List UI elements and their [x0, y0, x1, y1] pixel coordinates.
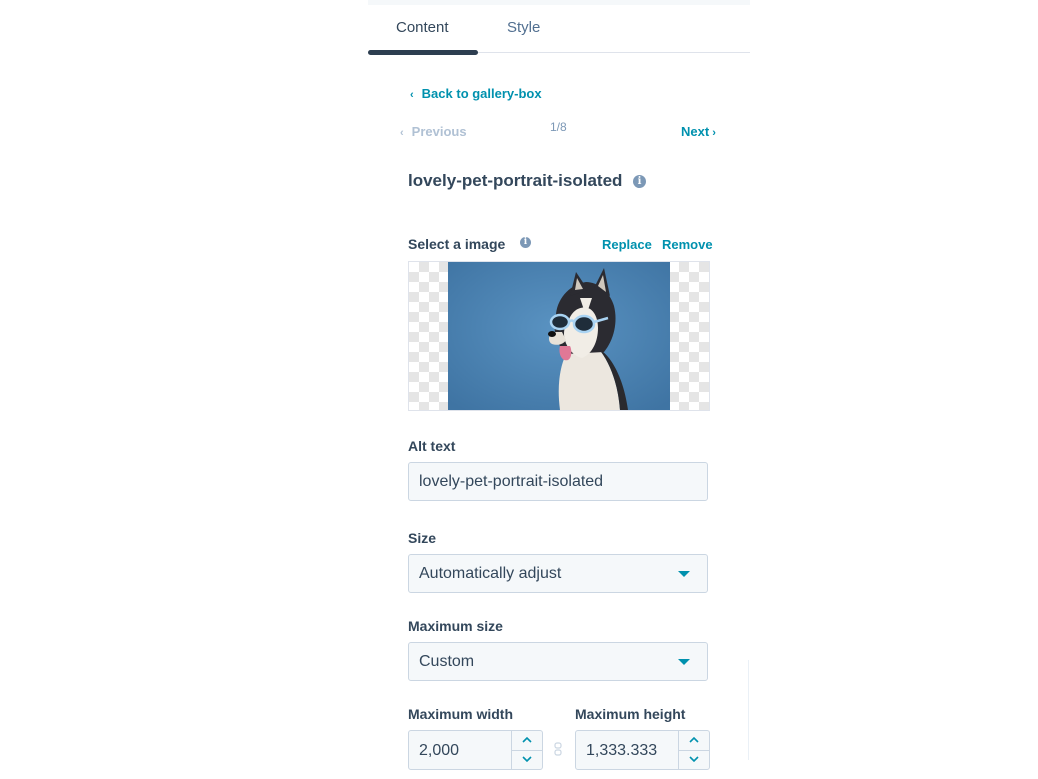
info-icon[interactable]: i [520, 237, 531, 248]
maximum-size-select-value: Custom [419, 653, 475, 670]
chevron-left-icon: ‹ [400, 127, 404, 139]
next-button[interactable]: Next › [681, 124, 716, 139]
back-to-gallery-link[interactable]: ‹ Back to gallery-box [410, 86, 542, 101]
height-decrement-button[interactable] [679, 750, 709, 769]
maximum-width-input[interactable]: 2,000 [408, 730, 543, 770]
chevron-left-icon: ‹ [410, 89, 414, 101]
select-image-label: Select a image [408, 236, 506, 252]
panel-edge-divider [748, 660, 749, 760]
replace-image-button[interactable]: Replace [602, 237, 652, 252]
previous-label: Previous [411, 124, 467, 139]
size-select[interactable]: Automatically adjust [408, 554, 708, 593]
tab-content[interactable]: Content [396, 19, 449, 36]
chevron-right-icon: › [712, 127, 716, 139]
previous-button[interactable]: ‹ Previous [400, 124, 467, 139]
caret-down-icon [678, 659, 690, 665]
active-tab-indicator [368, 50, 478, 55]
maximum-width-value: 2,000 [419, 742, 460, 759]
alt-text-label: Alt text [408, 438, 456, 454]
next-label: Next [681, 124, 710, 139]
maximum-height-input[interactable]: 1,333.333 [575, 730, 710, 770]
width-increment-button[interactable] [512, 731, 542, 751]
width-stepper [511, 731, 542, 769]
height-stepper [678, 731, 709, 769]
maximum-height-value: 1,333.333 [586, 742, 658, 759]
chevron-down-icon [689, 756, 699, 763]
width-decrement-button[interactable] [512, 750, 542, 769]
husky-photo [448, 262, 670, 410]
tab-style[interactable]: Style [507, 19, 540, 36]
item-title: lovely-pet-portrait-isolated [408, 171, 623, 190]
size-select-value: Automatically adjust [419, 565, 562, 582]
chevron-up-icon [522, 736, 532, 743]
alt-text-input[interactable] [408, 462, 708, 501]
chevron-up-icon [689, 736, 699, 743]
maximum-size-label: Maximum size [408, 618, 503, 634]
caret-down-icon [678, 571, 690, 577]
image-preview[interactable] [408, 261, 710, 411]
height-increment-button[interactable] [679, 731, 709, 751]
info-icon[interactable]: i [633, 175, 646, 188]
chevron-down-icon [522, 756, 532, 763]
maximum-height-label: Maximum height [575, 706, 686, 722]
back-link-label: Back to gallery-box [421, 86, 542, 101]
maximum-width-label: Maximum width [408, 706, 514, 722]
pager-position: 1/8 [550, 120, 567, 134]
module-editor-panel: Content Style ‹ Back to gallery-box ‹ Prev… [368, 0, 750, 779]
remove-image-button[interactable]: Remove [662, 237, 713, 252]
size-label: Size [408, 530, 437, 546]
editor-tabs: Content Style [368, 0, 750, 56]
maximum-size-select[interactable]: Custom [408, 642, 708, 681]
link-aspect-ratio-icon[interactable] [554, 742, 562, 756]
